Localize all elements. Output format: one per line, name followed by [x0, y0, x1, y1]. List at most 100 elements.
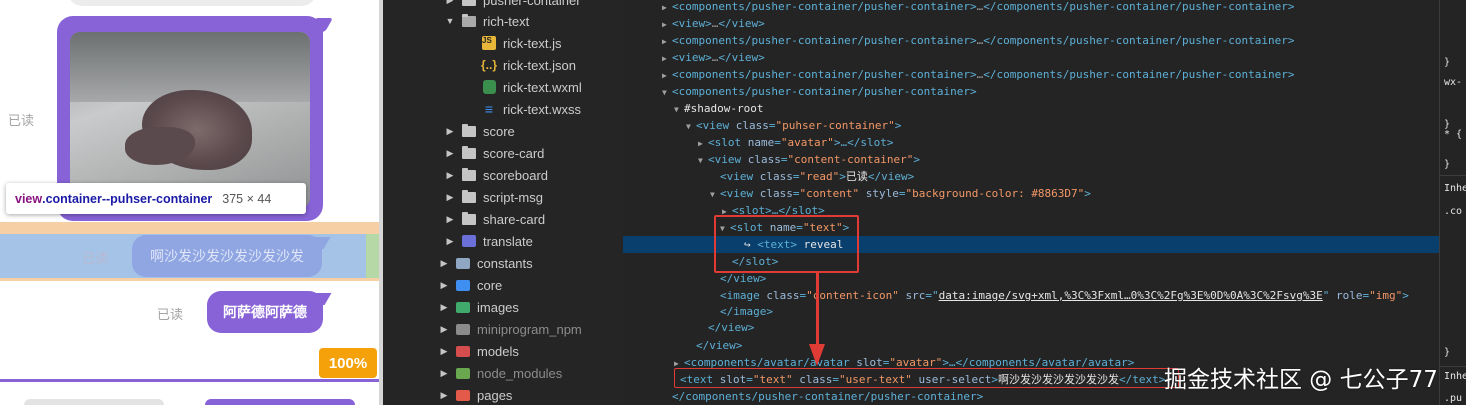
expand-triangle-icon[interactable]: ▶: [439, 346, 449, 357]
expand-triangle-icon[interactable]: ▶: [439, 390, 449, 401]
file-tree-item[interactable]: ▶ images: [439, 296, 519, 318]
elements-panel: ▶ <components/pusher-container/pusher-con…: [623, 0, 1439, 405]
dom-node-row[interactable]: <view class="read">已读</view>: [623, 168, 1439, 185]
file-tree-item[interactable]: JS rick-text.js: [465, 32, 562, 54]
folder-icon: [461, 0, 477, 7]
file-tree-item[interactable]: ▶ models: [439, 340, 519, 362]
style-rule-fragment: * {: [1444, 129, 1463, 140]
style-rule-fragment: }: [1444, 159, 1451, 170]
read-status-2: 已读: [82, 252, 109, 267]
file-tree-item[interactable]: ▶ miniprogram_npm: [439, 318, 582, 340]
expand-triangle-icon[interactable]: ▶: [445, 236, 455, 247]
dom-node-row[interactable]: ▶ <components/pusher-container/pusher-con…: [623, 32, 1439, 49]
collapse-triangle-icon[interactable]: ▼: [674, 101, 684, 118]
tooltip-dims: 375 × 44: [222, 191, 272, 206]
expand-triangle-icon[interactable]: ▶: [439, 324, 449, 335]
styles-panel: } wx-} * {} Inhe .co} Inhe .pu: [1439, 0, 1466, 405]
expand-triangle-icon[interactable]: ▶: [439, 302, 449, 313]
expand-triangle-icon[interactable]: ▶: [662, 16, 672, 33]
expand-triangle-icon[interactable]: ▶: [445, 126, 455, 137]
folder-icon: [455, 366, 471, 380]
tooltip-tag: view: [15, 191, 43, 206]
margin-highlight-bottom: [0, 278, 379, 281]
expand-triangle-icon[interactable]: ▶: [662, 67, 672, 84]
dom-node-row[interactable]: </view>: [623, 337, 1439, 354]
file-tree-item[interactable]: ≡ rick-text.wxss: [465, 98, 581, 120]
dom-node-row[interactable]: ▶ <view>…</view>: [623, 49, 1439, 66]
file-tree-label: script-msg: [483, 189, 543, 205]
watermark: 掘金技术社区 @ 七公子77: [1164, 367, 1438, 393]
style-rule-fragment: .co: [1444, 206, 1463, 217]
file-tree-item[interactable]: ▶ translate: [445, 230, 533, 252]
file-tree-item[interactable]: ▶ pages: [439, 384, 513, 405]
dom-node-row[interactable]: </image>: [623, 303, 1439, 320]
folder-icon: [455, 278, 471, 292]
percent-badge: 100%: [319, 348, 377, 378]
expand-triangle-icon[interactable]: ▶: [698, 135, 708, 152]
dom-node-row[interactable]: ▼ <view class="content-container">: [623, 151, 1439, 168]
file-tree-item[interactable]: rick-text.wxml: [465, 76, 582, 98]
dom-node-row[interactable]: ▼ <view class="content" style="background…: [623, 185, 1439, 202]
file-tree-item[interactable]: ▶ script-msg: [445, 186, 543, 208]
expand-triangle-icon[interactable]: ▶: [445, 192, 455, 203]
dom-node-row[interactable]: ▶ <components/pusher-container/pusher-con…: [623, 66, 1439, 83]
message-photo[interactable]: [70, 32, 310, 208]
folder-icon: [455, 300, 471, 314]
collapse-triangle-icon[interactable]: ▼: [710, 186, 720, 203]
shadow-root-row[interactable]: ▼ #shadow-root: [623, 100, 1439, 117]
dom-node-row[interactable]: ▶ <view>…</view>: [623, 15, 1439, 32]
folder-open-icon: [461, 13, 477, 28]
file-tree-label: rick-text.json: [503, 57, 576, 73]
expand-triangle-icon[interactable]: ▶: [445, 214, 455, 225]
collapse-triangle-icon[interactable]: ▼: [445, 16, 455, 26]
file-tree-item[interactable]: {..} rick-text.json: [465, 54, 576, 76]
file-tree-item[interactable]: ▶ share-card: [445, 208, 545, 230]
dom-node-row[interactable]: ▶ <components/pusher-container/pusher-con…: [623, 0, 1439, 15]
file-tree-label: share-card: [483, 211, 546, 227]
collapse-triangle-icon[interactable]: ▼: [662, 84, 672, 101]
simulator-panel: 已读 已读 啊沙发沙发沙发沙发沙发 view .container--puhse…: [0, 0, 379, 405]
style-rule-fragment: Inhe: [1444, 371, 1466, 382]
collapse-triangle-icon[interactable]: ▼: [686, 118, 696, 135]
expand-triangle-icon[interactable]: ▶: [439, 258, 449, 269]
expand-triangle-icon[interactable]: ▶: [662, 50, 672, 67]
read-status-1: 已读: [8, 114, 35, 129]
file-tree-item[interactable]: ▼ rich-text: [445, 10, 529, 32]
annotation-box-slot: [714, 215, 859, 273]
collapse-triangle-icon[interactable]: ▼: [698, 152, 708, 169]
js-file-icon: JS: [481, 36, 497, 50]
file-tree-label: translate: [483, 233, 533, 249]
section-divider: [1440, 366, 1466, 367]
expand-triangle-icon[interactable]: ▶: [445, 0, 455, 6]
file-tree-label: models: [477, 343, 519, 359]
file-tree-item[interactable]: ▶ core: [439, 274, 503, 296]
divider-line: [0, 379, 379, 382]
folder-icon: [455, 344, 471, 358]
file-tree-item[interactable]: ▶ scoreboard: [445, 164, 548, 186]
expand-triangle-icon[interactable]: ▶: [439, 280, 449, 291]
dom-node-row[interactable]: ▶ <slot name="avatar">…</slot>: [623, 134, 1439, 151]
style-rule-fragment: Inhe: [1444, 183, 1466, 194]
dom-node-row[interactable]: ▼ <components/pusher-container/pusher-con…: [623, 83, 1439, 100]
expand-triangle-icon[interactable]: ▶: [662, 33, 672, 50]
dom-node-row[interactable]: </view>: [623, 319, 1439, 336]
style-rule-fragment: }: [1444, 57, 1451, 68]
file-tree-item[interactable]: ▶ node_modules: [439, 362, 563, 384]
text-message-bubble[interactable]: 阿萨德阿萨德: [207, 291, 332, 333]
json-file-icon: {..}: [481, 58, 498, 72]
highlighted-text-bubble[interactable]: 啊沙发沙发沙发沙发沙发: [132, 235, 331, 277]
expand-triangle-icon[interactable]: ▶: [445, 170, 455, 181]
data-uri-link[interactable]: data:image/svg+xml,%3C%3Fxml…0%3C%2Fg%3E…: [939, 289, 1323, 302]
dom-node-row[interactable]: ▼ <view class="puhser-container">: [623, 117, 1439, 134]
dom-node-row[interactable]: <image class="content-icon" src="data:im…: [623, 287, 1439, 304]
file-tree-label: rick-text.wxss: [503, 101, 581, 117]
bubble-tail: [308, 293, 332, 305]
expand-triangle-icon[interactable]: ▶: [439, 368, 449, 379]
file-tree-item[interactable]: ▶ score: [445, 120, 515, 142]
file-tree-item[interactable]: ▶ constants: [439, 252, 533, 274]
annotation-arrow-icon: [809, 344, 825, 366]
folder-icon: [455, 388, 471, 402]
file-tree-item[interactable]: ▶ score-card: [445, 142, 544, 164]
expand-triangle-icon[interactable]: ▶: [445, 148, 455, 159]
expand-triangle-icon[interactable]: ▶: [662, 0, 672, 16]
